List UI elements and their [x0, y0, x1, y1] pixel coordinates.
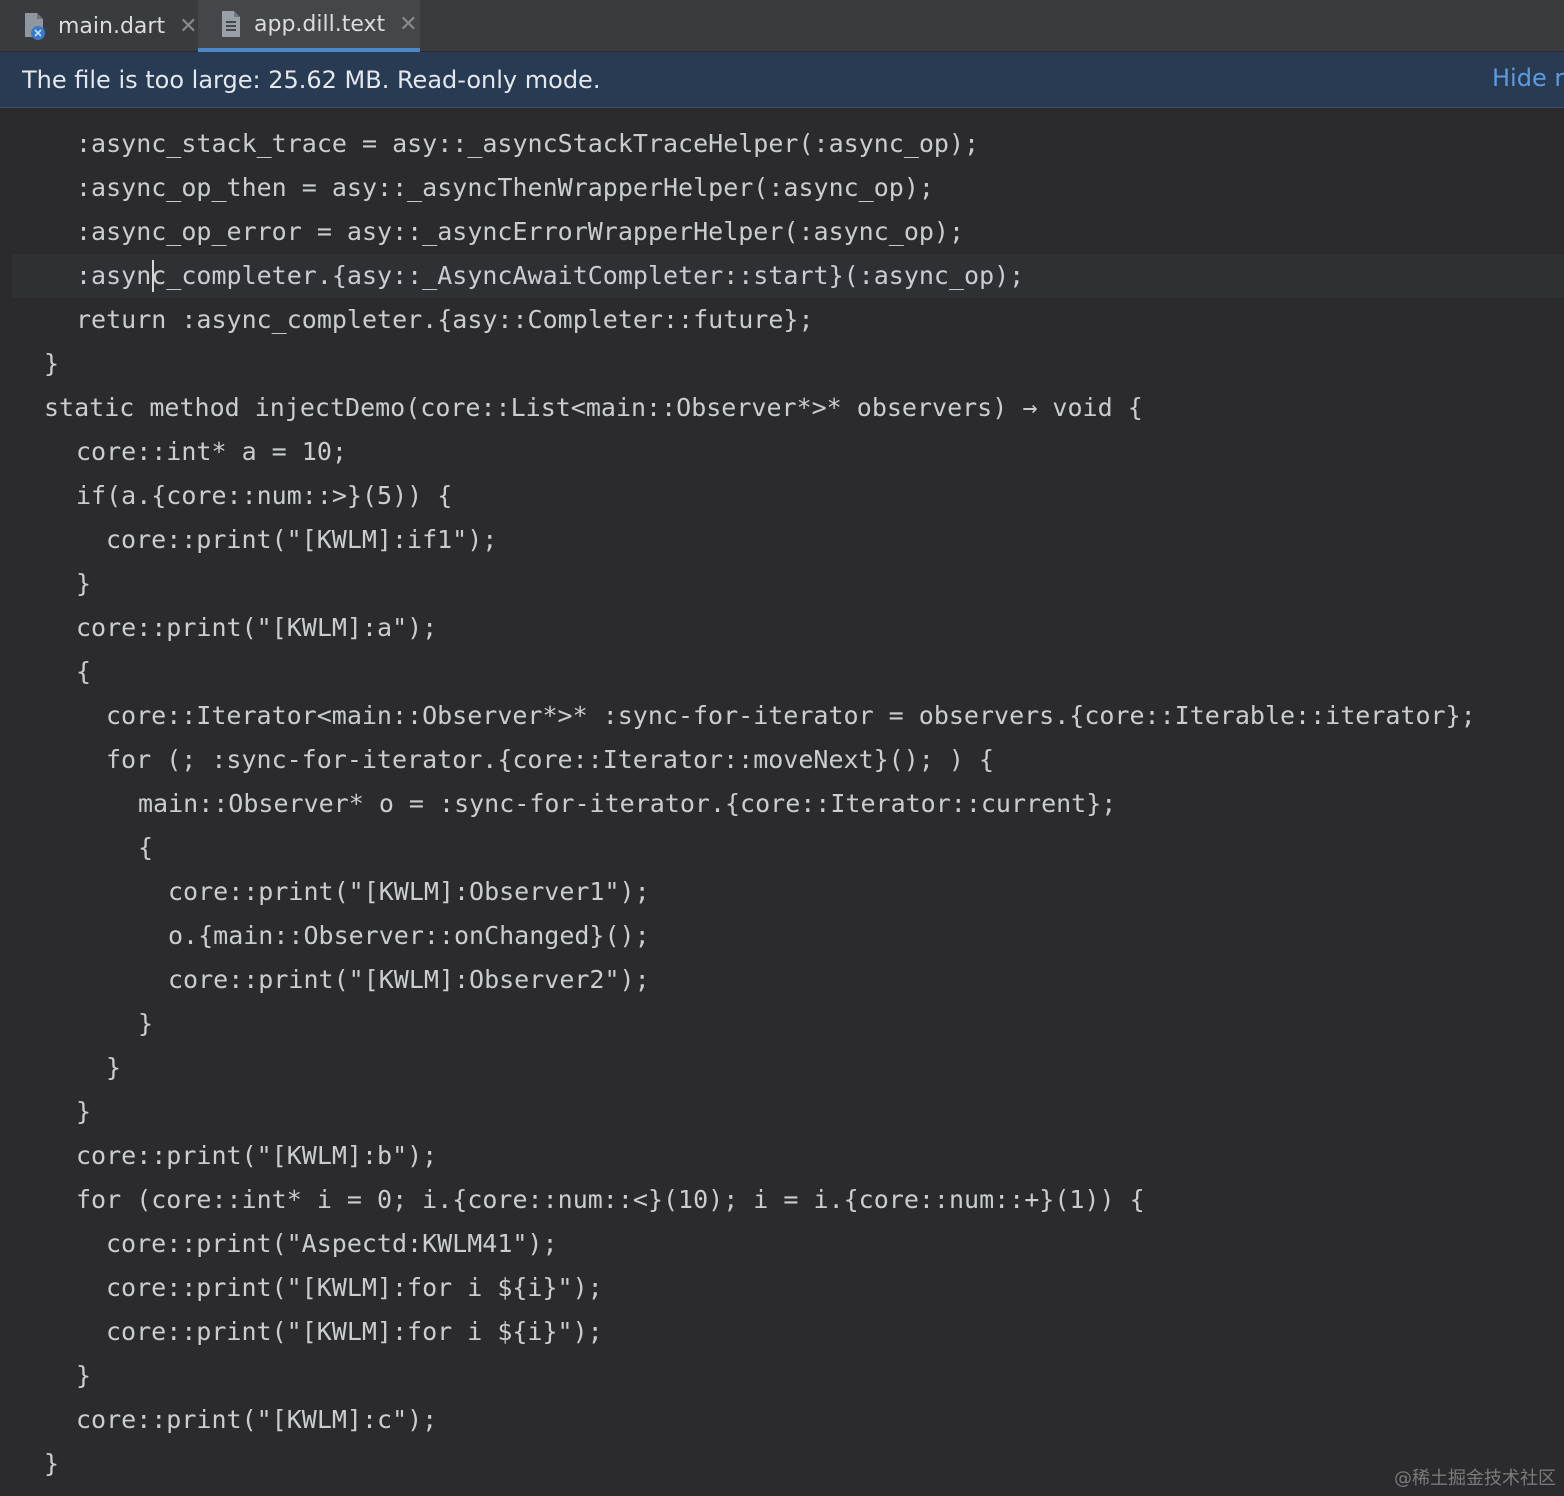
code-text: core::int* a = 10;	[76, 437, 347, 466]
code-line[interactable]: }	[0, 1090, 1564, 1134]
code-editor[interactable]: :async_stack_trace = asy::_asyncStackTra…	[0, 108, 1564, 1496]
code-line[interactable]: o.{main::Observer::onChanged}();	[0, 914, 1564, 958]
code-line[interactable]: :async_op_error = asy::_asyncErrorWrappe…	[0, 210, 1564, 254]
code-line[interactable]: core::print("[KWLM]:b");	[0, 1134, 1564, 1178]
code-line[interactable]: }	[0, 562, 1564, 606]
code-line[interactable]: main::Observer* o = :sync-for-iterator.{…	[0, 782, 1564, 826]
code-line[interactable]: {	[0, 826, 1564, 870]
code-line[interactable]: core::print("[KWLM]:c");	[0, 1398, 1564, 1442]
code-line[interactable]: core::print("[KWLM]:Observer2");	[0, 958, 1564, 1002]
code-text: core::print("Aspectd:KWLM41");	[106, 1229, 558, 1258]
code-line[interactable]: core::print("[KWLM]:Observer1");	[0, 870, 1564, 914]
code-text: core::Iterator<main::Observer*>* :sync-f…	[106, 701, 1476, 730]
code-line[interactable]: return :async_completer.{asy::Completer:…	[0, 298, 1564, 342]
code-text: {	[76, 657, 92, 686]
code-line[interactable]: }	[0, 1354, 1564, 1398]
code-text: o.{main::Observer::onChanged}();	[168, 921, 650, 950]
code-line[interactable]: if(a.{core::num::>}(5)) {	[0, 474, 1564, 518]
code-text: core::print("[KWLM]:Observer2");	[168, 965, 650, 994]
code-text: :async_completer.{asy::_AsyncAwaitComple…	[76, 261, 1025, 290]
code-text: core::print("[KWLM]:a");	[76, 613, 438, 642]
code-line[interactable]: :async_op_then = asy::_asyncThenWrapperH…	[0, 166, 1564, 210]
code-line[interactable]: {	[0, 650, 1564, 694]
hide-banner-link[interactable]: Hide r	[1492, 64, 1564, 92]
code-text: }	[76, 569, 92, 598]
code-text: :async_stack_trace = asy::_asyncStackTra…	[76, 129, 980, 158]
code-text: }	[138, 1009, 154, 1038]
code-line[interactable]: core::print("Aspectd:KWLM41");	[0, 1222, 1564, 1266]
close-icon[interactable]: ✕	[179, 14, 197, 39]
code-text: :async_op_then = asy::_asyncThenWrapperH…	[76, 173, 934, 202]
code-text: }	[76, 1361, 92, 1390]
tab-label: main.dart	[58, 13, 166, 39]
code-text: :async_op_error = asy::_asyncErrorWrappe…	[76, 217, 965, 246]
close-icon[interactable]: ✕	[399, 12, 417, 37]
editor-tab-bar: main.dart ✕ app.dill.text ✕	[0, 0, 1564, 52]
code-text: }	[44, 349, 60, 378]
text-file-icon	[218, 9, 244, 39]
code-text: static method injectDemo(core::List<main…	[44, 393, 1143, 422]
code-text: for (core::int* i = 0; i.{core::num::<}(…	[76, 1185, 1145, 1214]
code-text: core::print("[KWLM]:if1");	[106, 525, 498, 554]
code-text: }	[106, 1053, 122, 1082]
code-line[interactable]: core::print("[KWLM]:for i ${i}");	[0, 1310, 1564, 1354]
code-text: }	[44, 1449, 60, 1478]
code-line[interactable]: core::print("[KWLM]:if1");	[0, 518, 1564, 562]
code-line[interactable]: :async_stack_trace = asy::_asyncStackTra…	[0, 122, 1564, 166]
code-line[interactable]: core::print("[KWLM]:for i ${i}");	[0, 1266, 1564, 1310]
code-text: core::print("[KWLM]:Observer1");	[168, 877, 650, 906]
dart-file-icon	[22, 11, 48, 41]
code-text: }	[76, 1097, 92, 1126]
code-text: main::Observer* o = :sync-for-iterator.{…	[138, 789, 1117, 818]
code-line[interactable]: core::int* a = 10;	[0, 430, 1564, 474]
code-line[interactable]: }	[0, 342, 1564, 386]
code-line-current[interactable]: :async_completer.{asy::_AsyncAwaitComple…	[12, 254, 1564, 298]
code-line[interactable]: }	[0, 1002, 1564, 1046]
tab-app-dill-text[interactable]: app.dill.text ✕	[198, 0, 420, 52]
code-line[interactable]: }	[0, 1442, 1564, 1486]
read-only-banner: The file is too large: 25.62 MB. Read-on…	[0, 52, 1564, 108]
code-line[interactable]: }	[0, 1046, 1564, 1090]
code-text: core::print("[KWLM]:b");	[76, 1141, 438, 1170]
code-text: core::print("[KWLM]:c");	[76, 1405, 438, 1434]
code-line[interactable]: core::Iterator<main::Observer*>* :sync-f…	[0, 694, 1564, 738]
code-line[interactable]: for (core::int* i = 0; i.{core::num::<}(…	[0, 1178, 1564, 1222]
code-text: core::print("[KWLM]:for i ${i}");	[106, 1273, 603, 1302]
code-text: core::print("[KWLM]:for i ${i}");	[106, 1317, 603, 1346]
banner-message: The file is too large: 25.62 MB. Read-on…	[22, 65, 601, 94]
tab-label: app.dill.text	[254, 11, 386, 37]
code-text: {	[138, 833, 154, 862]
code-line[interactable]: core::print("[KWLM]:a");	[0, 606, 1564, 650]
code-line[interactable]: static method injectDemo(core::List<main…	[0, 386, 1564, 430]
watermark: @稀土掘金技术社区	[1394, 1468, 1556, 1489]
code-text: return :async_completer.{asy::Completer:…	[76, 305, 814, 334]
code-line[interactable]: for (; :sync-for-iterator.{core::Iterato…	[0, 738, 1564, 782]
code-text: if(a.{core::num::>}(5)) {	[76, 481, 453, 510]
code-text: for (; :sync-for-iterator.{core::Iterato…	[106, 745, 995, 774]
text-caret	[152, 260, 154, 292]
tab-main-dart[interactable]: main.dart ✕	[0, 0, 198, 52]
